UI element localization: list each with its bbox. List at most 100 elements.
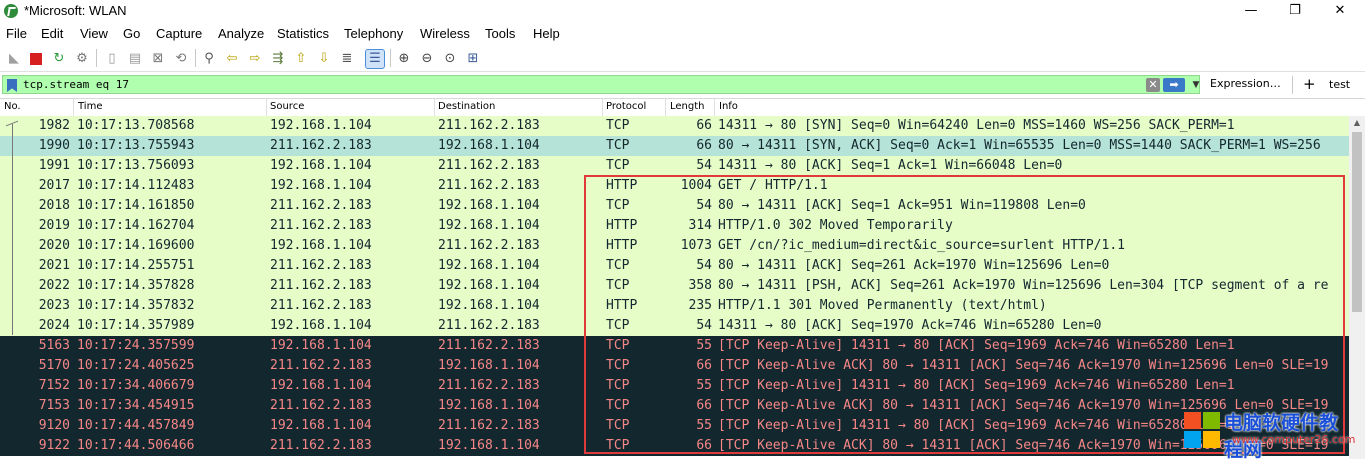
packet-number: 2018 xyxy=(38,198,70,213)
column-divider[interactable] xyxy=(665,99,666,117)
colorize-icon[interactable]: ☰ xyxy=(365,49,385,69)
conversation-tree-line xyxy=(12,124,13,335)
menu-go[interactable]: Go xyxy=(123,26,140,41)
column-destination[interactable]: Destination xyxy=(438,101,495,112)
column-divider[interactable] xyxy=(602,99,603,117)
packet-row[interactable]: 5163 10:17:24.357599 192.168.1.104 211.162.… xyxy=(0,336,1349,356)
column-no[interactable]: No. xyxy=(4,101,21,112)
packet-row[interactable]: 2020 10:17:14.169600 192.168.1.104 211.162.… xyxy=(0,236,1349,256)
menu-tools[interactable]: Tools xyxy=(485,26,515,41)
restore-button[interactable]: ❐ xyxy=(1272,0,1318,22)
packet-source: 211.162.2.183 xyxy=(270,258,372,273)
resize-columns-icon[interactable]: ⊞ xyxy=(464,50,482,68)
menu-wireless[interactable]: Wireless xyxy=(420,26,470,41)
column-divider[interactable] xyxy=(266,99,267,117)
packet-protocol: TCP xyxy=(606,118,630,133)
packet-length: 1073 xyxy=(680,238,712,253)
menu-edit[interactable]: Edit xyxy=(41,26,63,41)
capture-options-icon[interactable]: ⚙ xyxy=(73,50,91,68)
column-divider[interactable] xyxy=(73,99,74,117)
chevron-down-icon[interactable]: ▼ xyxy=(1190,78,1202,92)
close-file-icon[interactable]: ⊠ xyxy=(149,50,167,68)
packet-row[interactable]: 5170 10:17:24.405625 211.162.2.183 192.168.… xyxy=(0,356,1349,376)
auto-scroll-icon[interactable]: ≣ xyxy=(338,50,356,68)
display-filter-bar: tcp.stream eq 17 ✕ ➡ ▼ Expression… + tes… xyxy=(0,74,1365,96)
column-protocol[interactable]: Protocol xyxy=(606,101,646,112)
menu-help[interactable]: Help xyxy=(533,26,560,41)
packet-source: 211.162.2.183 xyxy=(270,138,372,153)
packet-row[interactable]: 2018 10:17:14.161850 211.162.2.183 192.168.… xyxy=(0,196,1349,216)
find-packet-icon[interactable]: ⚲ xyxy=(200,50,218,68)
packet-protocol: HTTP xyxy=(606,178,638,193)
packet-list[interactable]: 1982 10:17:13.708568 192.168.1.104 211.162.… xyxy=(0,116,1349,459)
start-capture-icon[interactable]: ◣ xyxy=(5,50,23,68)
packet-source: 192.168.1.104 xyxy=(270,158,372,173)
column-time[interactable]: Time xyxy=(78,101,102,112)
packet-info: 14311 → 80 [SYN] Seq=0 Win=64240 Len=0 M… xyxy=(718,118,1235,133)
packet-row[interactable]: 7153 10:17:34.454915 211.162.2.183 192.168.… xyxy=(0,396,1349,416)
zoom-in-icon[interactable]: ⊕ xyxy=(395,50,413,68)
menu-statistics[interactable]: Statistics xyxy=(277,26,329,41)
column-divider[interactable] xyxy=(434,99,435,117)
go-to-packet-icon[interactable]: ⇶ xyxy=(269,50,287,68)
scrollbar-thumb[interactable] xyxy=(1352,132,1362,312)
open-file-icon[interactable]: ▯ xyxy=(103,50,121,68)
column-length[interactable]: Length xyxy=(670,101,705,112)
column-source[interactable]: Source xyxy=(270,101,304,112)
apply-filter-icon[interactable]: ➡ xyxy=(1163,78,1185,92)
add-filter-button[interactable]: + xyxy=(1303,75,1316,93)
save-file-icon[interactable]: ▤ xyxy=(126,50,144,68)
test-filter-button[interactable]: test xyxy=(1329,78,1350,91)
packet-source: 192.168.1.104 xyxy=(270,338,372,353)
packet-destination: 192.168.1.104 xyxy=(438,398,540,413)
packet-row[interactable]: 1991 10:17:13.756093 192.168.1.104 211.162.… xyxy=(0,156,1349,176)
zoom-out-icon[interactable]: ⊖ xyxy=(418,50,436,68)
menu-file[interactable]: File xyxy=(6,26,27,41)
packet-time: 10:17:14.169600 xyxy=(77,238,195,253)
packet-protocol: TCP xyxy=(606,338,630,353)
packet-row[interactable]: 1990 10:17:13.755943 211.162.2.183 192.168.… xyxy=(0,136,1349,156)
restart-capture-icon[interactable]: ↻ xyxy=(50,50,68,68)
minimize-button[interactable]: — xyxy=(1228,0,1274,22)
expression-button[interactable]: Expression… xyxy=(1210,77,1281,90)
packet-row[interactable]: 7152 10:17:34.406679 192.168.1.104 211.162.… xyxy=(0,376,1349,396)
packet-row[interactable]: 2023 10:17:14.357832 211.162.2.183 192.168.… xyxy=(0,296,1349,316)
stop-capture-icon[interactable] xyxy=(27,50,45,68)
column-divider[interactable] xyxy=(714,99,715,117)
packet-protocol: TCP xyxy=(606,318,630,333)
menu-capture[interactable]: Capture xyxy=(156,26,202,41)
packet-info: [TCP Keep-Alive] 14311 → 80 [ACK] Seq=19… xyxy=(718,418,1235,433)
packet-row[interactable]: 2024 10:17:14.357989 192.168.1.104 211.162.… xyxy=(0,316,1349,336)
column-info[interactable]: Info xyxy=(719,101,738,112)
packet-protocol: TCP xyxy=(606,138,630,153)
packet-row[interactable]: 2022 10:17:14.357828 211.162.2.183 192.168.… xyxy=(0,276,1349,296)
bookmark-icon[interactable] xyxy=(7,79,17,92)
clear-filter-icon[interactable]: ✕ xyxy=(1146,78,1160,92)
display-filter-value[interactable]: tcp.stream eq 17 xyxy=(23,78,129,91)
packet-number: 7153 xyxy=(38,398,70,413)
go-forward-icon[interactable]: ⇨ xyxy=(246,50,264,68)
packet-row[interactable]: 9120 10:17:44.457849 192.168.1.104 211.162.… xyxy=(0,416,1349,436)
packet-number: 2017 xyxy=(38,178,70,193)
packet-row[interactable]: 9122 10:17:44.506466 211.162.2.183 192.168.… xyxy=(0,436,1349,456)
menu-analyze[interactable]: Analyze xyxy=(218,26,264,41)
packet-row[interactable]: 2021 10:17:14.255751 211.162.2.183 192.168.… xyxy=(0,256,1349,276)
packet-time: 10:17:14.161850 xyxy=(77,198,195,213)
first-packet-icon[interactable]: ⇧ xyxy=(292,50,310,68)
packet-row[interactable]: 1982 10:17:13.708568 192.168.1.104 211.162.… xyxy=(0,116,1349,136)
normal-size-icon[interactable]: ⊙ xyxy=(441,50,459,68)
scroll-up-arrow-icon[interactable]: ▲ xyxy=(1349,116,1365,130)
packet-protocol: TCP xyxy=(606,378,630,393)
display-filter-input[interactable]: tcp.stream eq 17 ✕ ➡ ▼ xyxy=(2,75,1200,94)
packet-row[interactable]: 2017 10:17:14.112483 192.168.1.104 211.162.… xyxy=(0,176,1349,196)
menu-view[interactable]: View xyxy=(80,26,108,41)
packet-length: 66 xyxy=(696,398,712,413)
packet-destination: 192.168.1.104 xyxy=(438,138,540,153)
last-packet-icon[interactable]: ⇩ xyxy=(315,50,333,68)
go-back-icon[interactable]: ⇦ xyxy=(223,50,241,68)
packet-row[interactable]: 2019 10:17:14.162704 211.162.2.183 192.168.… xyxy=(0,216,1349,236)
close-button[interactable]: ✕ xyxy=(1317,0,1363,22)
packet-length: 358 xyxy=(688,278,712,293)
reload-file-icon[interactable]: ⟲ xyxy=(172,50,190,68)
menu-telephony[interactable]: Telephony xyxy=(344,26,403,41)
